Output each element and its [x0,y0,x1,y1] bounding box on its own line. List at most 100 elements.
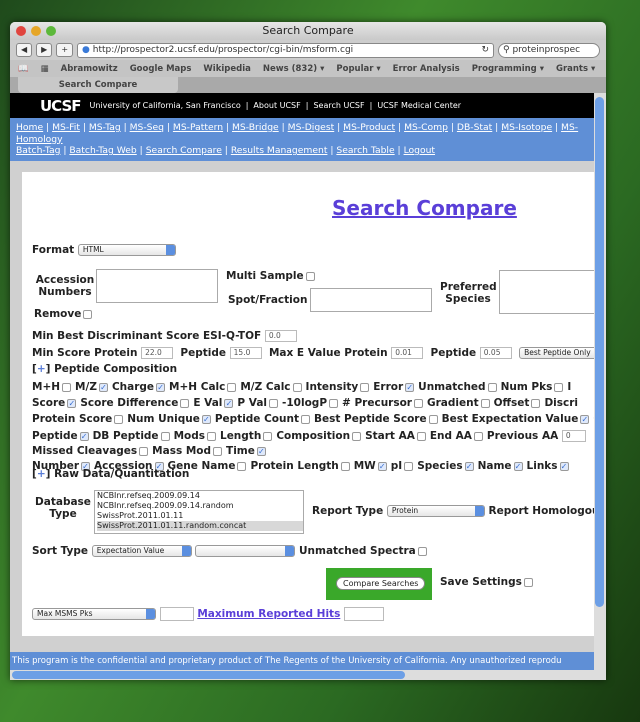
peptide-composition-toggle[interactable]: [+] Peptide Composition [32,363,177,375]
multi-sample-checkbox[interactable] [305,271,315,281]
zoom-button[interactable] [46,26,56,36]
horizontal-scrollbar[interactable] [10,670,606,680]
nav-link[interactable]: Batch-Tag [16,145,60,156]
nav-link[interactable]: Batch-Tag Web [69,145,136,156]
option-checkbox[interactable]: ✓ [464,461,474,471]
option-checkbox[interactable] [180,398,190,408]
nav-link[interactable]: MS-Digest [288,122,335,133]
nav-link[interactable]: Search Compare [146,145,222,156]
bookmark[interactable]: Google Maps [130,64,192,74]
min-disc-input[interactable]: 0.0 [264,330,297,342]
ucsf-logo[interactable]: UCSF [40,97,82,115]
nav-link[interactable]: MS-Pattern [173,122,223,133]
option-checkbox[interactable] [360,382,370,392]
report-type-select[interactable]: Protein [386,505,485,517]
database-option[interactable]: NCBInr.refseq.2009.09.14.random [97,501,303,511]
database-option[interactable]: NCBInr.refseq.2009.09.14 [97,491,303,501]
option-checkbox[interactable] [213,446,223,456]
vertical-scrollbar[interactable] [594,93,606,670]
forward-button[interactable]: ▶ [36,43,53,57]
bookmark[interactable]: Programming ▾ [472,64,544,74]
max-e-protein-input[interactable]: 0.01 [391,347,424,359]
reading-list-icon[interactable]: 📖 [18,64,29,74]
nav-link[interactable]: MS-Bridge [232,122,279,133]
nav-link[interactable]: MS-Fit [52,122,80,133]
accession-numbers-input[interactable] [96,269,218,303]
option-checkbox[interactable] [114,414,124,424]
min-score-peptide-input[interactable]: 15.0 [229,347,262,359]
option-checkbox[interactable]: ✓ [201,414,211,424]
option-checkbox[interactable]: ✓ [79,431,89,441]
option-checkbox[interactable] [340,461,350,471]
option-checkbox[interactable] [329,398,339,408]
bookmark[interactable]: Error Analysis [393,64,460,74]
option-checkbox[interactable]: ✓ [67,398,77,408]
back-button[interactable]: ◀ [16,43,33,57]
option-checkbox[interactable] [62,382,72,392]
option-checkbox[interactable] [300,414,310,424]
option-checkbox[interactable] [428,414,438,424]
page-title[interactable]: Search Compare [332,196,517,220]
option-checkbox[interactable]: ✓ [513,461,523,471]
max-msms-input[interactable] [159,607,194,621]
option-checkbox[interactable] [237,461,247,471]
bookmark[interactable]: News (832) ▾ [263,64,325,74]
option-checkbox[interactable]: ✓ [224,398,234,408]
raw-data-toggle[interactable]: [+] Raw Data/Quantitation [32,468,189,480]
option-checkbox[interactable] [404,461,414,471]
option-checkbox[interactable] [207,431,216,441]
top-sites-icon[interactable]: ▦ [41,64,49,74]
sort-type-select[interactable]: Expectation Value [91,545,192,557]
sort-type-select-2[interactable] [195,545,296,557]
nav-link[interactable]: MS-Isotope [501,122,552,133]
bookmark[interactable]: Grants ▾ [556,64,595,74]
nav-link[interactable]: Search Table [336,145,394,156]
nav-link[interactable]: Logout [404,145,435,156]
bookmark[interactable]: Abramowitz [61,64,118,74]
option-checkbox[interactable] [531,398,541,408]
option-checkbox[interactable] [139,446,149,456]
option-checkbox[interactable] [227,382,237,392]
option-checkbox[interactable] [160,431,170,441]
nav-link[interactable]: DB-Stat [457,122,492,133]
previous-aa-input[interactable]: 0 [561,430,586,442]
bookmark[interactable]: Popular ▾ [336,64,380,74]
peptide-filter-select[interactable]: Best Peptide Only [519,347,594,359]
option-checkbox[interactable]: ✓ [98,382,108,392]
database-option[interactable]: SwissProt.2011.01.11 [97,511,303,521]
max-e-peptide-input[interactable]: 0.05 [479,347,512,359]
ucsf-link[interactable]: UCSF Medical Center [377,101,461,110]
close-button[interactable] [16,26,26,36]
bookmark[interactable]: Wikipedia [203,64,250,74]
option-checkbox[interactable] [263,431,273,441]
format-select[interactable]: HTML [77,244,176,256]
preferred-species-input[interactable] [499,270,594,314]
nav-link[interactable]: MS-Comp [404,122,448,133]
search-field[interactable]: ⚲ proteinprospec [498,42,600,58]
nav-link[interactable]: MS-Tag [89,122,121,133]
option-checkbox[interactable] [413,398,423,408]
option-checkbox[interactable] [416,431,426,441]
option-checkbox[interactable]: ✓ [377,461,387,471]
option-checkbox[interactable]: ✓ [405,382,415,392]
nav-link[interactable]: MS-Product [343,122,395,133]
option-checkbox[interactable] [554,382,564,392]
option-checkbox[interactable] [480,398,490,408]
ucsf-link[interactable]: About UCSF [253,101,300,110]
max-reported-hits-input[interactable] [343,607,384,621]
database-option[interactable]: SwissProt.2011.01.11.random.concat [97,521,303,531]
option-checkbox[interactable] [292,382,302,392]
unmatched-spectra-checkbox[interactable] [417,546,427,556]
spot-fraction-input[interactable] [310,288,432,312]
option-checkbox[interactable] [352,431,362,441]
nav-link[interactable]: Results Management [231,145,328,156]
ucsf-link[interactable]: University of California, San Francisco [90,101,241,110]
nav-link[interactable]: Home [16,122,43,133]
remove-checkbox[interactable] [83,309,93,319]
compare-searches-button[interactable]: Compare Searches [336,577,426,590]
tab-search-compare[interactable]: Search Compare [18,77,178,93]
save-settings-checkbox[interactable] [523,577,533,587]
ucsf-link[interactable]: Search UCSF [313,101,364,110]
min-score-protein-input[interactable]: 22.0 [141,347,174,359]
url-field[interactable]: ● http://prospector2.ucsf.edu/prospector… [77,42,494,58]
